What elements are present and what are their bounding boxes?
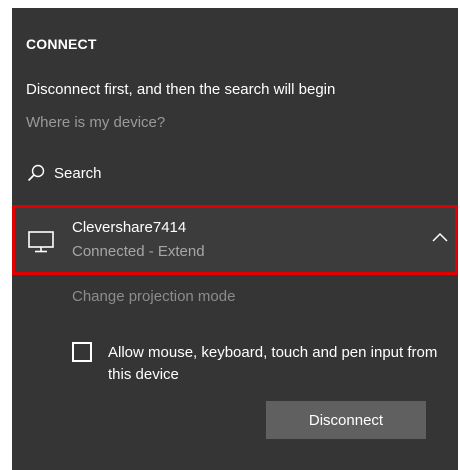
device-item-clevershare[interactable]: Clevershare7414 Connected - Extend — [12, 205, 458, 275]
search-label: Search — [54, 164, 102, 182]
status-message: Disconnect first, and then the search wi… — [26, 81, 336, 98]
search-button[interactable]: Search — [26, 161, 102, 185]
change-projection-mode-link[interactable]: Change projection mode — [72, 288, 235, 305]
connect-panel: CONNECT Disconnect first, and then the s… — [12, 8, 458, 470]
allow-input-label: Allow mouse, keyboard, touch and pen inp… — [108, 344, 438, 383]
where-is-my-device-link[interactable]: Where is my device? — [26, 114, 165, 131]
panel-title: CONNECT — [26, 36, 97, 52]
allow-input-checkbox[interactable] — [72, 342, 92, 362]
device-name: Clevershare7414 — [72, 219, 187, 236]
chevron-up-icon[interactable] — [431, 230, 449, 244]
device-status: Connected - Extend — [72, 243, 205, 260]
search-icon — [27, 164, 45, 182]
disconnect-button[interactable]: Disconnect — [266, 401, 426, 439]
monitor-icon — [28, 231, 54, 253]
